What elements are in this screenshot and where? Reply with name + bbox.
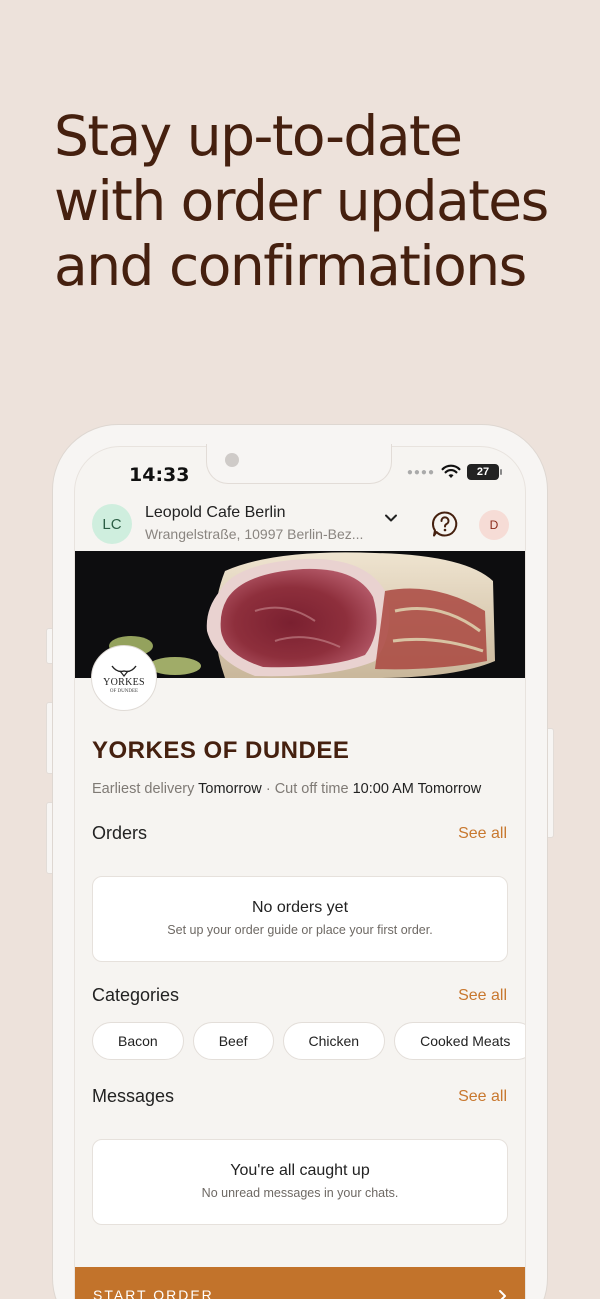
earliest-delivery-value: Tomorrow xyxy=(198,781,262,797)
messages-see-all-link[interactable]: See all xyxy=(458,1088,507,1106)
orders-empty-card: No orders yet Set up your order guide or… xyxy=(92,876,508,962)
delivery-separator: · xyxy=(265,781,271,797)
status-icons: ●●●● 27 xyxy=(406,464,502,480)
location-avatar[interactable]: LC xyxy=(92,504,132,544)
categories-title: Categories xyxy=(92,985,180,1005)
wifi-icon xyxy=(441,464,461,478)
orders-see-all-link[interactable]: See all xyxy=(458,825,507,843)
category-chip-chicken[interactable]: Chicken xyxy=(282,1022,386,1060)
user-avatar[interactable]: D xyxy=(479,510,509,540)
cutoff-value: 10:00 AM Tomorrow xyxy=(352,781,482,797)
app-screen: 14:33 ●●●● 27 LC Leopold Cafe Berlin Wra… xyxy=(74,446,526,1299)
cutoff-label: Cut off time xyxy=(274,781,349,797)
messages-empty-card: You're all caught up No unread messages … xyxy=(92,1139,508,1225)
help-icon[interactable] xyxy=(431,510,459,538)
start-order-label: START ORDER xyxy=(93,1287,214,1299)
start-order-button[interactable]: START ORDER xyxy=(75,1267,525,1299)
messages-empty-title: You're all caught up xyxy=(230,1162,370,1179)
category-chip-bacon[interactable]: Bacon xyxy=(92,1022,184,1060)
location-header: LC Leopold Cafe Berlin Wrangelstraße, 10… xyxy=(75,502,525,552)
headline-line-3: and confirmations xyxy=(54,234,527,298)
promo-headline: Stay up-to-date with order updates and c… xyxy=(54,104,574,299)
messages-title: Messages xyxy=(92,1086,175,1106)
category-chip-beef[interactable]: Beef xyxy=(192,1022,274,1060)
battery-icon: 27 xyxy=(467,464,502,480)
orders-empty-title: No orders yet xyxy=(251,899,349,916)
bull-horns-icon xyxy=(111,665,137,677)
category-chips: Bacon Beef Chicken Cooked Meats xyxy=(92,1022,525,1060)
status-time: 14:33 xyxy=(129,464,190,486)
headline-line-2: with order updates xyxy=(54,169,549,233)
categories-see-all-link[interactable]: See all xyxy=(458,987,507,1005)
messages-empty-subtitle: No unread messages in your chats. xyxy=(201,1186,399,1200)
signal-icon: ●●●● xyxy=(406,466,435,478)
logo-subtext: OF DUNDEE xyxy=(109,688,139,694)
store-name: YORKES OF DUNDEE xyxy=(92,737,350,764)
chevron-right-icon xyxy=(499,1290,506,1299)
chevron-down-icon[interactable] xyxy=(382,509,400,527)
delivery-info: Earliest delivery Tomorrow · Cut off tim… xyxy=(92,781,481,797)
orders-empty-subtitle: Set up your order guide or place your fi… xyxy=(167,923,433,937)
store-logo: YORKES OF DUNDEE xyxy=(91,645,157,711)
earliest-delivery-label: Earliest delivery xyxy=(92,781,195,797)
location-name[interactable]: Leopold Cafe Berlin xyxy=(145,504,286,522)
front-camera xyxy=(225,453,239,467)
location-address[interactable]: Wrangelstraße, 10997 Berlin-Bez... xyxy=(145,526,363,542)
category-chip-cooked-meats[interactable]: Cooked Meats xyxy=(394,1022,525,1060)
battery-level: 27 xyxy=(476,466,490,478)
orders-title: Orders xyxy=(92,823,148,843)
headline-line-1: Stay up-to-date xyxy=(54,104,463,168)
logo-text: YORKES xyxy=(103,676,145,688)
